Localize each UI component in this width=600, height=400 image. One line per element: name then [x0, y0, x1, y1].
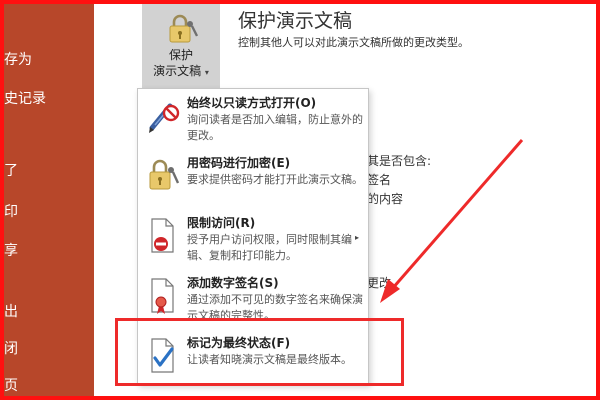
protect-section-title: 保护演示文稿	[238, 10, 353, 32]
sidebar-item-export[interactable]: 出	[4, 301, 18, 321]
backstage-sidebar: 存为 史记录 了 印 享 出 闭 页	[0, 0, 94, 400]
sidebar-item-print[interactable]: 印	[4, 201, 18, 221]
pencil-prohibited-icon	[146, 96, 180, 136]
protect-section-description: 控制其他人可以对此演示文稿所做的更改类型。	[238, 36, 469, 49]
sidebar-item-page[interactable]: 页	[4, 375, 18, 395]
menu-item-encrypt-with-password[interactable]: 用密码进行加密(E) 要求提供密码才能打开此演示文稿。	[138, 152, 368, 212]
submenu-arrow-icon: ▸	[355, 233, 360, 242]
restricted-document-icon	[146, 216, 180, 256]
inspect-text-2: 签名	[367, 173, 392, 187]
menu-item-title: 添加数字签名(S)	[187, 276, 279, 290]
sidebar-item-save-as[interactable]: 存为	[4, 49, 32, 69]
lock-key-icon	[146, 156, 180, 196]
menu-item-title: 用密码进行加密(E)	[187, 156, 291, 170]
annotation-highlight-box	[115, 318, 404, 386]
sidebar-item-history[interactable]: 史记录	[4, 88, 46, 108]
protect-button-label-1: 保护	[168, 48, 193, 62]
menu-item-description: 询问读者是否加入编辑，防止意外的更改。	[187, 113, 363, 142]
menu-item-always-read-only[interactable]: 始终以只读方式打开(O) 询问读者是否加入编辑，防止意外的更改。	[138, 92, 368, 152]
menu-item-description: 授予用户访问权限，同时限制其编辑、复制和打印能力。	[187, 233, 352, 262]
inspect-text-3: 的内容	[367, 192, 404, 206]
sidebar-item-close[interactable]: 闭	[4, 338, 18, 358]
sidebar-item-share[interactable]: 享	[4, 240, 18, 260]
menu-item-restrict-access[interactable]: 限制访问(R) 授予用户访问权限，同时限制其编辑、复制和打印能力。 ▸	[138, 212, 368, 272]
chevron-down-icon: ▾	[204, 68, 209, 77]
inspect-text-4: 更改。	[367, 276, 404, 290]
sidebar-item-3[interactable]: 了	[4, 160, 18, 180]
menu-item-title: 限制访问(R)	[187, 216, 256, 230]
protect-button-label-2: 演示文稿	[153, 64, 202, 78]
lock-key-icon	[166, 14, 199, 48]
certificate-ribbon-icon	[146, 276, 180, 316]
menu-item-title: 始终以只读方式打开(O)	[187, 96, 317, 110]
menu-item-description: 要求提供密码才能打开此演示文稿。	[187, 173, 363, 186]
protect-presentation-button[interactable]: 保护 演示文稿 ▾	[142, 0, 220, 92]
